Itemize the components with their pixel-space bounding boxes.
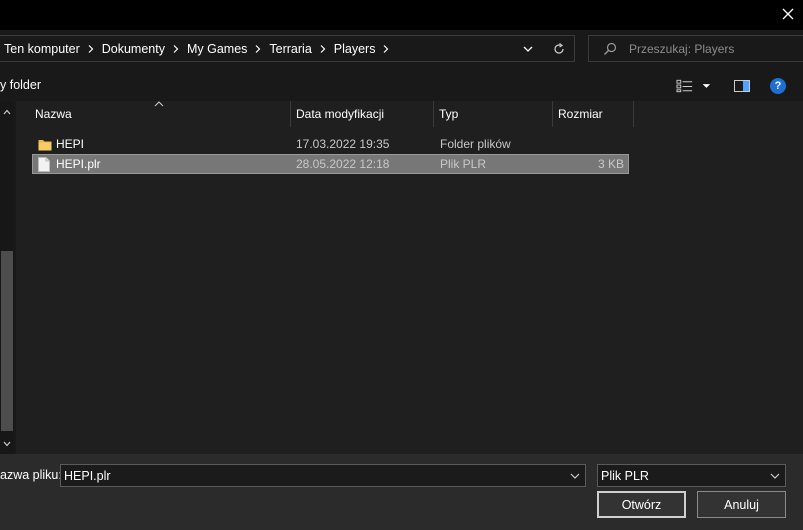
folder-icon (38, 134, 52, 154)
close-icon (782, 8, 794, 20)
file-date: 28.05.2022 12:18 (296, 157, 390, 171)
file-icon (38, 155, 50, 173)
search-icon (597, 42, 623, 56)
toolbar: y folder ? (0, 70, 803, 102)
file-size: 3 KB (597, 157, 624, 171)
chevron-up-icon (3, 109, 11, 115)
file-name: HEPI (56, 137, 85, 151)
file-date: 17.03.2022 19:35 (296, 137, 390, 151)
refresh-button[interactable] (547, 36, 571, 61)
cancel-button[interactable]: Anuluj (697, 491, 786, 518)
open-button[interactable]: Otwórz (597, 491, 686, 518)
column-header-data-modyfikacji[interactable]: Data modyfikacji (291, 101, 434, 127)
navigation-pane-scrollbar[interactable] (0, 101, 14, 454)
column-header: Nazwa Data modyfikacji Typ Rozmiar (16, 101, 803, 127)
chevron-right-icon[interactable] (312, 44, 334, 53)
help-button[interactable]: ? (770, 78, 786, 94)
chevron-down-icon (523, 46, 533, 52)
file-type: Folder plików (440, 137, 511, 151)
column-label: Data modyfikacji (296, 107, 385, 121)
list-item[interactable]: HEPI 17.03.2022 19:35 Folder plików (32, 134, 629, 154)
scroll-up-button[interactable] (0, 105, 14, 119)
filename-field[interactable]: HEPI.plr (60, 464, 586, 487)
view-details-icon (676, 79, 693, 93)
breadcrumb-item-terraria[interactable]: Terraria (269, 42, 311, 56)
close-button[interactable] (776, 3, 800, 25)
search-placeholder: Przeszukaj: Players (629, 41, 735, 56)
scrollbar-thumb[interactable] (1, 251, 13, 431)
search-input[interactable]: Przeszukaj: Players (588, 35, 803, 62)
file-type: Plik PLR (440, 157, 487, 171)
filename-label: azwa pliku: (0, 468, 62, 482)
chevron-down-icon (702, 84, 711, 88)
chevron-down-icon (770, 473, 780, 479)
breadcrumb-item-dokumenty[interactable]: Dokumenty (102, 42, 165, 56)
preview-pane-button[interactable] (732, 77, 752, 95)
chevron-right-icon[interactable] (247, 44, 269, 53)
list-item-selected[interactable]: HEPI.plr 28.05.2022 12:18 Plik PLR 3 KB (32, 154, 629, 174)
title-bar (0, 0, 803, 30)
address-history-button[interactable] (517, 36, 539, 61)
chevron-right-icon[interactable] (80, 44, 102, 53)
sort-ascending-icon (154, 100, 164, 108)
chevron-right-icon[interactable] (165, 44, 187, 53)
filetype-select[interactable]: Plik PLR (597, 464, 786, 487)
file-name: HEPI.plr (56, 157, 101, 171)
filetype-value: Plik PLR (601, 468, 649, 483)
column-header-rozmiar[interactable]: Rozmiar (553, 101, 634, 127)
refresh-icon (554, 42, 564, 54)
dialog-footer: azwa pliku: HEPI.plr Plik PLR Otwórz Anu… (0, 454, 803, 530)
chevron-down-icon (3, 441, 11, 447)
column-label: Typ (439, 107, 459, 121)
new-folder-button[interactable]: y folder (0, 78, 41, 92)
filename-value: HEPI.plr (64, 468, 111, 483)
column-header-typ[interactable]: Typ (434, 101, 553, 127)
help-icon: ? (774, 80, 782, 92)
scroll-down-button[interactable] (0, 437, 14, 451)
breadcrumb-item-players[interactable]: Players (334, 42, 376, 56)
address-bar[interactable]: Ten komputer Dokumenty My Games Terraria… (0, 35, 575, 62)
breadcrumb-item-ten-komputer[interactable]: Ten komputer (4, 42, 80, 56)
breadcrumb-item-my-games[interactable]: My Games (187, 42, 247, 56)
preview-pane-icon (734, 80, 750, 92)
change-view-button[interactable] (676, 77, 716, 95)
filetype-dropdown-button[interactable] (768, 467, 782, 485)
chevron-right-icon[interactable] (375, 44, 397, 53)
column-label: Rozmiar (558, 107, 603, 121)
breadcrumb: Ten komputer Dokumenty My Games Terraria… (0, 36, 397, 61)
column-label: Nazwa (35, 107, 72, 121)
filename-history-button[interactable] (568, 467, 582, 485)
chevron-down-icon (570, 473, 580, 479)
